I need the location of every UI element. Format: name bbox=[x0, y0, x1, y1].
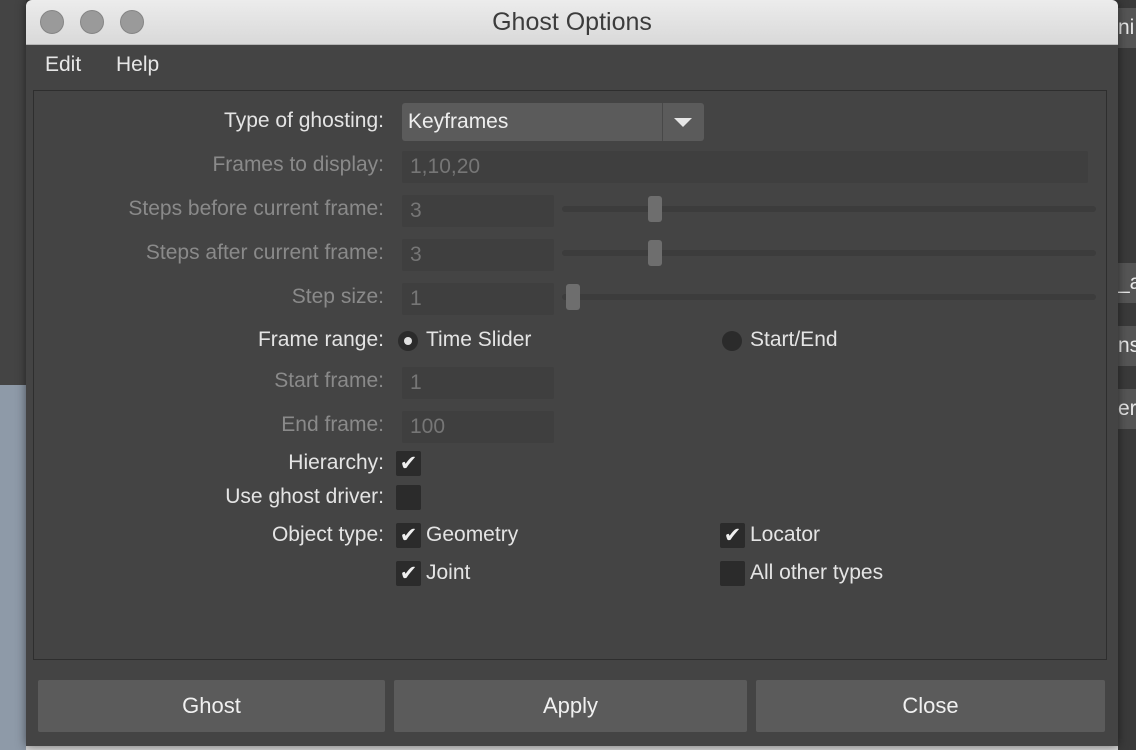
background-fragment: ni bbox=[1118, 8, 1136, 48]
dropdown-separator bbox=[662, 103, 663, 141]
ghost-options-window: Ghost Options Edit Help Type of ghosting… bbox=[26, 0, 1118, 746]
background-fragment: _a bbox=[1118, 263, 1136, 303]
title-bar[interactable]: Ghost Options bbox=[26, 0, 1118, 45]
close-button[interactable]: Close bbox=[756, 680, 1105, 732]
type-of-ghosting-value: Keyframes bbox=[408, 110, 509, 133]
frame-range-label: Frame range: bbox=[257, 328, 384, 351]
step-size-slider[interactable] bbox=[562, 294, 1096, 300]
frames-to-display-field[interactable]: 1,10,20 bbox=[402, 151, 1088, 183]
hierarchy-label: Hierarchy: bbox=[288, 451, 384, 474]
use-ghost-driver-checkbox[interactable] bbox=[396, 485, 421, 510]
step-size-label: Step size: bbox=[291, 285, 384, 308]
frames-to-display-label: Frames to display: bbox=[212, 153, 384, 176]
background-viewport bbox=[0, 385, 26, 750]
radio-selected-dot bbox=[404, 337, 412, 345]
menu-help[interactable]: Help bbox=[116, 45, 159, 85]
window-title: Ghost Options bbox=[492, 8, 652, 36]
joint-checkbox[interactable]: ✔ bbox=[396, 561, 421, 586]
start-frame-label: Start frame: bbox=[274, 369, 384, 392]
geometry-label: Geometry bbox=[426, 523, 519, 546]
steps-before-slider[interactable] bbox=[562, 206, 1096, 212]
radio-start-end[interactable] bbox=[722, 331, 742, 351]
locator-label: Locator bbox=[750, 523, 821, 546]
start-frame-field[interactable]: 1 bbox=[402, 367, 554, 399]
radio-start-end-label: Start/End bbox=[750, 328, 838, 351]
end-frame-label: End frame: bbox=[281, 413, 384, 436]
all-other-types-checkbox[interactable] bbox=[720, 561, 745, 586]
background-fragment: ns bbox=[1118, 326, 1136, 366]
options-panel: Type of ghosting: Keyframes Frames to di… bbox=[33, 90, 1107, 660]
joint-label: Joint bbox=[426, 561, 471, 584]
steps-after-label: Steps after current frame: bbox=[145, 241, 384, 264]
steps-after-slider-handle[interactable] bbox=[647, 240, 662, 266]
hierarchy-checkbox[interactable]: ✔ bbox=[396, 451, 421, 476]
steps-before-slider-handle[interactable] bbox=[647, 196, 662, 222]
background-fragment: er bbox=[1118, 389, 1136, 429]
steps-before-label: Steps before current frame: bbox=[128, 197, 384, 220]
steps-after-field[interactable]: 3 bbox=[402, 239, 554, 271]
ghost-button[interactable]: Ghost bbox=[38, 680, 385, 732]
steps-before-field[interactable]: 3 bbox=[402, 195, 554, 227]
object-type-label: Object type: bbox=[271, 523, 384, 546]
use-ghost-driver-label: Use ghost driver: bbox=[225, 485, 384, 508]
chevron-down-icon bbox=[674, 118, 692, 127]
geometry-checkbox[interactable]: ✔ bbox=[396, 523, 421, 548]
type-of-ghosting-label: Type of ghosting: bbox=[224, 109, 384, 132]
step-size-field[interactable]: 1 bbox=[402, 283, 554, 315]
menu-edit[interactable]: Edit bbox=[45, 45, 81, 85]
type-of-ghosting-dropdown[interactable]: Keyframes bbox=[402, 103, 704, 141]
locator-checkbox[interactable]: ✔ bbox=[720, 523, 745, 548]
radio-time-slider-label: Time Slider bbox=[426, 328, 532, 351]
all-other-types-label: All other types bbox=[750, 561, 884, 584]
steps-after-slider[interactable] bbox=[562, 250, 1096, 256]
background-app-right bbox=[1118, 0, 1136, 750]
menu-bar: Edit Help bbox=[26, 45, 1118, 85]
apply-button[interactable]: Apply bbox=[394, 680, 747, 732]
radio-time-slider[interactable] bbox=[398, 331, 418, 351]
end-frame-field[interactable]: 100 bbox=[402, 411, 554, 443]
step-size-slider-handle[interactable] bbox=[566, 284, 580, 310]
